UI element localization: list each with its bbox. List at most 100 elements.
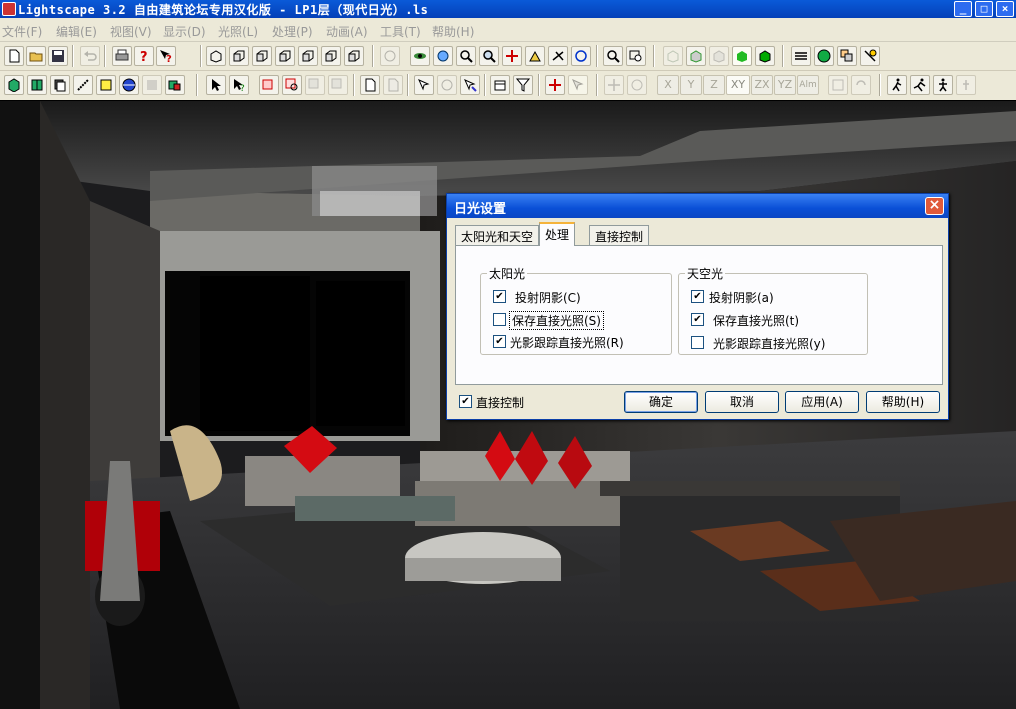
select-query-icon[interactable]: ? (229, 75, 249, 95)
tab-sun-and-sky[interactable]: 太阳光和天空 (455, 225, 540, 245)
close-window-button[interactable]: × (996, 1, 1014, 17)
view-front-icon[interactable] (229, 46, 249, 66)
select-block-icon[interactable] (305, 75, 325, 95)
open-folder-icon[interactable] (26, 46, 46, 66)
redo-icon[interactable] (851, 75, 871, 95)
display-rendered-icon[interactable] (755, 46, 775, 66)
move-axis-icon[interactable] (604, 75, 624, 95)
globe-icon[interactable] (814, 46, 834, 66)
page-copy-icon[interactable] (383, 75, 403, 95)
view-persp-icon[interactable] (206, 46, 226, 66)
materials-icon[interactable] (837, 46, 857, 66)
sun-cast-shadows-checkbox[interactable]: ✔ (493, 290, 506, 303)
menu-help[interactable]: 帮助(H) (432, 23, 474, 40)
tab-direct-control[interactable]: 直接控制 (589, 225, 650, 245)
select-arrow-icon[interactable] (206, 75, 226, 95)
view-top-icon[interactable] (321, 46, 341, 66)
material-apply-icon[interactable] (165, 75, 185, 95)
eye-icon[interactable] (410, 46, 430, 66)
rotate-axis-icon[interactable] (627, 75, 647, 95)
snap-icon[interactable] (828, 75, 848, 95)
select-layer-icon[interactable] (328, 75, 348, 95)
select-surface-icon[interactable] (259, 75, 279, 95)
sun-store-direct-checkbox[interactable] (493, 313, 506, 326)
sky-cast-shadows-checkbox[interactable]: ✔ (691, 290, 704, 303)
menu-edit[interactable]: 编辑(E) (56, 23, 97, 40)
axis-x-button[interactable]: X (657, 75, 679, 95)
select-zoom-icon[interactable] (282, 75, 302, 95)
menu-display[interactable]: 显示(D) (163, 23, 206, 40)
rotate-view-icon[interactable] (571, 46, 591, 66)
direct-control-checkbox[interactable]: ✔ (459, 395, 472, 408)
block-icon[interactable] (4, 75, 24, 95)
print-icon[interactable] (112, 46, 132, 66)
lights-tool-icon[interactable] (860, 46, 880, 66)
color-swatch-icon[interactable] (96, 75, 116, 95)
ok-button[interactable]: 确定 (624, 391, 698, 413)
axis-xy-button[interactable]: XY (726, 75, 750, 95)
save-icon[interactable] (48, 46, 68, 66)
tab-processing[interactable]: 处理 (539, 222, 576, 246)
move-tool-icon[interactable] (414, 75, 434, 95)
person-run-icon[interactable] (910, 75, 930, 95)
scale-tool-icon[interactable] (460, 75, 480, 95)
line-icon[interactable] (73, 75, 93, 95)
layers-icon[interactable] (791, 46, 811, 66)
help-button[interactable]: 帮助(H) (866, 391, 940, 413)
view-bottom-icon[interactable] (344, 46, 364, 66)
display-wire-icon[interactable] (663, 46, 683, 66)
dialog-close-button[interactable]: × (925, 197, 944, 215)
menu-lighting[interactable]: 光照(L) (218, 23, 258, 40)
copy-icon[interactable] (50, 75, 70, 95)
axis-y-button[interactable]: Y (680, 75, 702, 95)
app-icon[interactable] (2, 2, 16, 16)
zoom-magnify-icon[interactable] (456, 46, 476, 66)
surface-icon[interactable] (27, 75, 47, 95)
menu-tools[interactable]: 工具(T) (380, 23, 421, 40)
menu-animation[interactable]: 动画(A) (326, 23, 368, 40)
fly-icon[interactable] (548, 46, 568, 66)
display-hidden-line-icon[interactable] (686, 46, 706, 66)
display-solid-icon[interactable] (709, 46, 729, 66)
new-file-icon[interactable] (4, 46, 24, 66)
apply-button[interactable]: 应用(A) (785, 391, 859, 413)
axis-z-button[interactable]: Z (703, 75, 725, 95)
add-vertex-icon[interactable] (545, 75, 565, 95)
menu-file[interactable]: 文件(F) (2, 23, 42, 40)
maximize-button[interactable]: □ (975, 1, 993, 17)
page-icon[interactable] (360, 75, 380, 95)
zoom-extents-icon[interactable] (603, 46, 623, 66)
minimize-button[interactable]: _ (954, 1, 972, 17)
orbit-icon[interactable] (433, 46, 453, 66)
walk-icon[interactable] (525, 46, 545, 66)
axis-yz-button[interactable]: YZ (774, 75, 796, 95)
filter-icon[interactable] (513, 75, 533, 95)
pan-icon[interactable] (502, 46, 522, 66)
person-walk-icon[interactable] (887, 75, 907, 95)
edit-block-icon[interactable] (490, 75, 510, 95)
person-disabled-icon[interactable] (956, 75, 976, 95)
texture-icon[interactable] (142, 75, 162, 95)
help-icon[interactable]: ? (134, 46, 154, 66)
undo-icon[interactable] (80, 46, 100, 66)
display-shaded-icon[interactable] (732, 46, 752, 66)
camera-icon[interactable] (380, 46, 400, 66)
view-back-icon[interactable] (252, 46, 272, 66)
menu-view[interactable]: 视图(V) (110, 23, 152, 40)
context-help-icon[interactable]: ? (156, 46, 176, 66)
sun-raytrace-direct-checkbox[interactable]: ✔ (493, 335, 506, 348)
person-stand-icon[interactable] (933, 75, 953, 95)
sphere-icon[interactable] (119, 75, 139, 95)
axis-align-button[interactable]: Alm (797, 75, 819, 95)
sky-raytrace-direct-checkbox[interactable] (691, 336, 704, 349)
zoom-window-icon[interactable] (626, 46, 646, 66)
rotate-tool-icon[interactable] (437, 75, 457, 95)
menu-process[interactable]: 处理(P) (272, 23, 313, 40)
cancel-button[interactable]: 取消 (705, 391, 779, 413)
zoom-icon[interactable] (479, 46, 499, 66)
view-right-icon[interactable] (298, 46, 318, 66)
vertex-select-icon[interactable] (568, 75, 588, 95)
view-left-icon[interactable] (275, 46, 295, 66)
sky-store-direct-checkbox[interactable]: ✔ (691, 313, 704, 326)
axis-zx-button[interactable]: ZX (751, 75, 773, 95)
